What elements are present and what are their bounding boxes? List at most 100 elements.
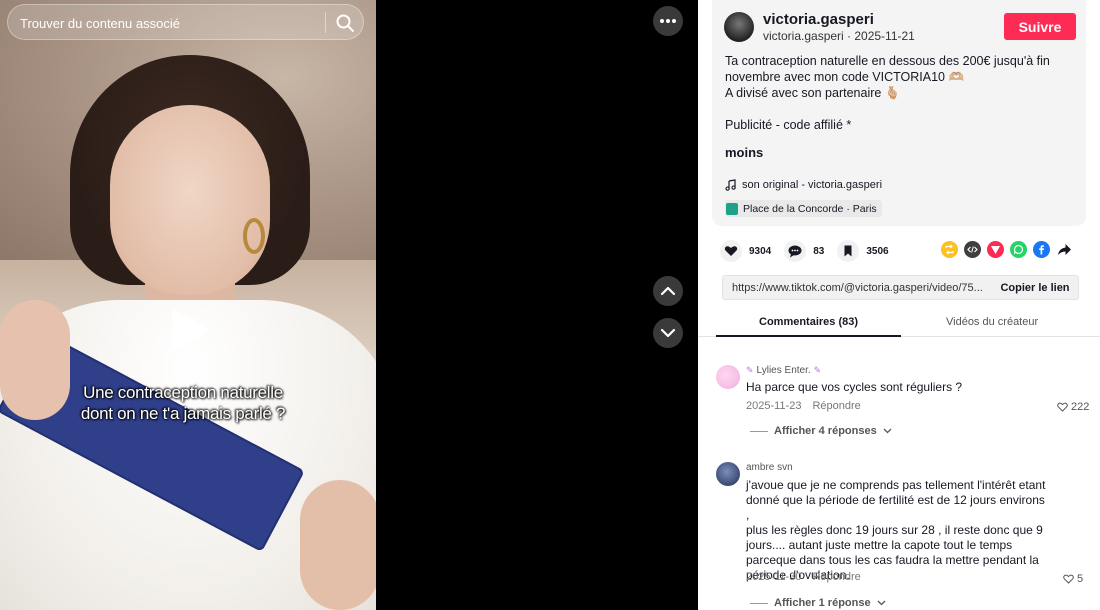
share-arrow-icon [1058, 244, 1071, 255]
commenter-name[interactable]: ambre svn [746, 462, 793, 473]
video-caption-line-1: Une contraception naturelle [83, 383, 283, 402]
like-count: 9304 [749, 245, 772, 257]
engagement-bar: 9304 83 3506 [720, 240, 902, 262]
view-replies-button[interactable]: Afficher 4 réponses [750, 425, 892, 437]
chevron-down-icon [660, 328, 676, 338]
music-note-icon [725, 179, 736, 191]
play-button[interactable] [168, 306, 212, 354]
more-options-button[interactable] [653, 6, 683, 36]
panel-tabs: Commentaires (83) Vidéos du créateur [698, 306, 1100, 337]
more-icon [660, 19, 676, 23]
comment-like-count: 5 [1077, 573, 1084, 585]
sparkle-icon: ✎ [746, 365, 754, 375]
tab-comments[interactable]: Commentaires (83) [759, 316, 858, 328]
view-replies-button[interactable]: Afficher 1 réponse [750, 597, 886, 609]
music-row[interactable]: son original - victoria.gasperi [725, 179, 882, 191]
comment-icon [784, 240, 807, 262]
divider-dash [750, 602, 768, 604]
video-person-face [110, 105, 270, 295]
embed-icon [967, 246, 978, 253]
send-icon [991, 246, 1000, 254]
description-gap [725, 101, 1075, 117]
comment-text-line: jours.... autant juste mettre la capote … [746, 538, 1013, 552]
previous-video-button[interactable] [653, 276, 683, 306]
comment-action[interactable]: 83 [784, 240, 824, 262]
comment-text-line: j'avoue que je ne comprends pas tellemen… [746, 478, 1046, 492]
description-line-4: Publicité - code affilié * [725, 118, 852, 132]
embed-button[interactable] [964, 241, 981, 258]
description-line-1: Ta contraception naturelle en dessous de… [725, 54, 1050, 68]
search-divider [325, 12, 326, 33]
share-options [941, 241, 1073, 258]
next-video-button[interactable] [653, 318, 683, 348]
more-share-button[interactable] [1056, 241, 1073, 258]
video-link-box: https://www.tiktok.com/@victoria.gasperi… [722, 275, 1079, 300]
copy-link-button[interactable]: Copier le lien [993, 277, 1077, 299]
view-replies-label: Afficher 4 réponses [774, 425, 877, 437]
author-meta: victoria.gasperi · 2025-11-21 [763, 29, 915, 43]
commenter-username: Lylies Enter. [756, 365, 811, 376]
video-player[interactable]: Une contraception naturelle dont on ne t… [0, 0, 376, 610]
video-stage: Une contraception naturelle dont on ne t… [0, 0, 697, 610]
like-action[interactable]: 9304 [720, 240, 771, 262]
comment-like-count: 222 [1071, 401, 1090, 413]
comment-item: ambre svn j'avoue que je ne comprends pa… [716, 462, 1096, 610]
repost-icon [945, 244, 954, 255]
video-person-earring [243, 218, 265, 254]
commenter-name[interactable]: ✎ Lylies Enter. ✎ [746, 365, 821, 376]
comment-text-line: donné que la période de fertilité est de… [746, 493, 1045, 522]
location-label: Place de la Concorde · Paris [743, 202, 877, 215]
commenter-avatar[interactable] [716, 365, 740, 389]
comment-count: 83 [813, 245, 825, 257]
comment-meta: 2025-11-30 Répondre [746, 571, 861, 583]
video-person-hand-right [300, 480, 376, 610]
comment-date: 2025-11-23 [746, 400, 802, 412]
comment-like-button[interactable]: 222 [1057, 401, 1089, 413]
heart-outline-icon [1063, 574, 1074, 584]
tab-creator-videos[interactable]: Vidéos du créateur [946, 316, 1038, 328]
search-button[interactable] [334, 12, 356, 34]
show-less-button[interactable]: moins [725, 145, 763, 160]
location-icon [726, 202, 738, 215]
heart-icon [720, 240, 742, 262]
facebook-icon [1039, 245, 1044, 255]
location-tag[interactable]: Place de la Concorde · Paris [725, 200, 882, 217]
chevron-down-icon [883, 428, 892, 434]
commenter-avatar[interactable] [716, 462, 740, 486]
comment-text: Ha parce que vos cycles sont réguliers ? [746, 380, 963, 394]
reply-button[interactable]: Répondre [812, 400, 860, 412]
reply-button[interactable]: Répondre [812, 571, 860, 583]
related-search-bar [7, 4, 364, 40]
comment-like-button[interactable]: 5 [1063, 573, 1083, 585]
related-search-input[interactable] [20, 13, 320, 33]
send-to-friends-button[interactable] [987, 241, 1004, 258]
bookmark-icon [837, 240, 860, 262]
comment-item: ✎ Lylies Enter. ✎ Ha parce que vos cycle… [716, 365, 1096, 445]
music-label: son original - victoria.gasperi [742, 179, 883, 191]
whatsapp-share-button[interactable] [1010, 241, 1027, 258]
active-tab-indicator [716, 335, 901, 337]
whatsapp-icon [1013, 244, 1024, 255]
search-icon [336, 14, 354, 32]
video-caption: Une contraception naturelle dont on ne t… [0, 382, 366, 424]
divider-dash [750, 430, 768, 432]
comment-text-line: parceque dans tous les cas faudra la met… [746, 553, 1039, 567]
video-link-url[interactable]: https://www.tiktok.com/@victoria.gasperi… [732, 282, 990, 294]
follow-button[interactable]: Suivre [1004, 13, 1076, 40]
facebook-share-button[interactable] [1033, 241, 1050, 258]
sparkle-icon: ✎ [813, 365, 822, 375]
comment-meta: 2025-11-23 Répondre [746, 400, 861, 412]
repost-button[interactable] [941, 241, 958, 258]
video-caption-line-2: dont on ne t'a jamais parlé ? [80, 404, 286, 423]
comment-text: j'avoue que je ne comprends pas tellemen… [746, 478, 1046, 583]
chevron-down-icon [877, 600, 886, 606]
comment-date: 2025-11-30 [746, 571, 802, 583]
commenter-username: ambre svn [746, 462, 793, 473]
author-avatar[interactable] [724, 12, 754, 42]
save-action[interactable]: 3506 [837, 240, 889, 262]
comment-text-line: plus les règles donc 19 jours sur 28 , i… [746, 523, 1043, 537]
author-name[interactable]: victoria.gasperi [763, 11, 874, 28]
author-card: victoria.gasperi victoria.gasperi · 2025… [712, 0, 1086, 226]
video-description: Ta contraception naturelle en dessous de… [725, 53, 1075, 133]
description-line-2: novembre avec mon code VICTORIA10 🫶🏼 [725, 70, 965, 84]
